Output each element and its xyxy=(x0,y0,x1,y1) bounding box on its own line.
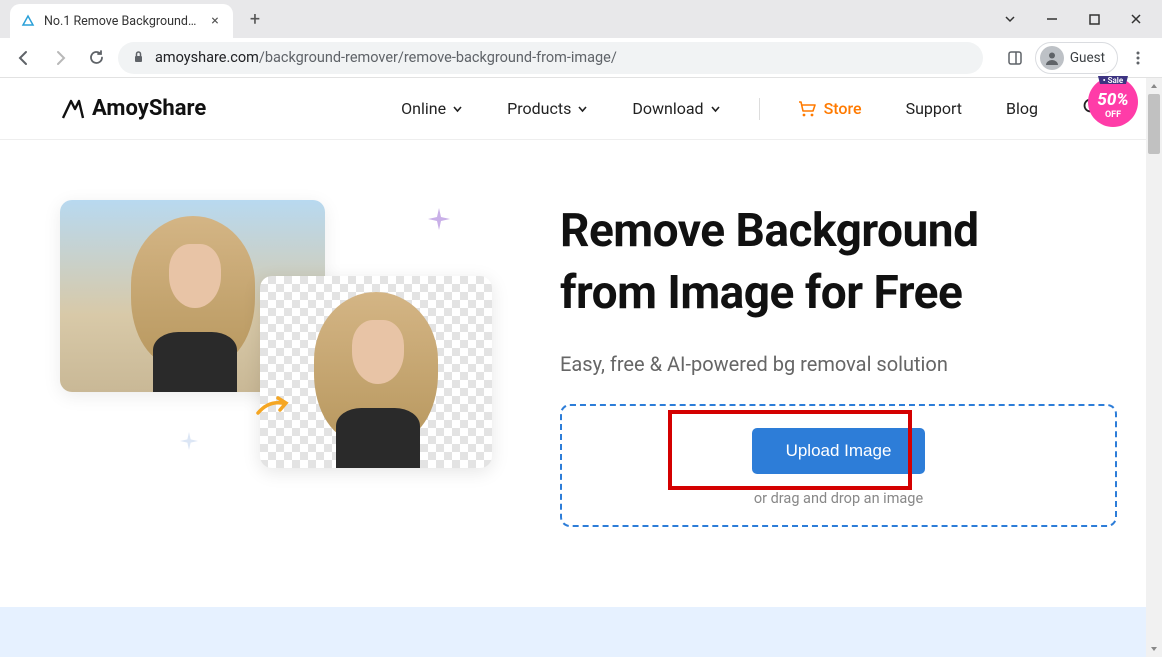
browser-toolbar: amoyshare.com/background-remover/remove-… xyxy=(0,38,1162,78)
browser-chrome: No.1 Remove Background from × + amoyshar… xyxy=(0,0,1162,78)
chevron-down-icon[interactable] xyxy=(998,7,1022,31)
logo[interactable]: AmoyShare xyxy=(60,96,206,121)
sale-percent: 50% xyxy=(1097,90,1128,110)
close-tab-icon[interactable]: × xyxy=(207,13,223,29)
hero-content: Remove Background from Image for Free Ea… xyxy=(560,200,1117,527)
sale-off: OFF xyxy=(1105,110,1121,120)
menu-icon[interactable] xyxy=(1124,44,1152,72)
footer-band xyxy=(0,607,1146,657)
avatar-icon xyxy=(1040,46,1064,70)
sparkle-icon xyxy=(180,432,198,450)
scrollbar-thumb[interactable] xyxy=(1148,94,1160,154)
scrollbar[interactable] xyxy=(1146,78,1162,657)
result-image xyxy=(260,276,492,468)
window-controls xyxy=(998,7,1162,31)
favicon-icon xyxy=(20,13,36,29)
arrow-icon xyxy=(254,395,294,419)
url-path: /background-remover/remove-background-fr… xyxy=(259,49,617,66)
browser-tab[interactable]: No.1 Remove Background from × xyxy=(10,4,233,38)
nav-products[interactable]: Products xyxy=(507,99,588,118)
logo-icon xyxy=(60,98,86,120)
close-window-icon[interactable] xyxy=(1124,7,1148,31)
lock-icon xyxy=(132,48,145,67)
chevron-down-icon xyxy=(710,103,721,114)
url-text: amoyshare.com/background-remover/remove-… xyxy=(155,49,617,66)
forward-button[interactable] xyxy=(46,44,74,72)
maximize-icon[interactable] xyxy=(1082,7,1106,31)
sale-label: • Sale xyxy=(1103,76,1124,85)
page-subtitle: Easy, free & AI-powered bg removal solut… xyxy=(560,352,1117,376)
scroll-up-icon[interactable] xyxy=(1146,78,1162,94)
logo-text: AmoyShare xyxy=(92,96,206,121)
upload-dropzone[interactable]: Upload Image or drag and drop an image xyxy=(560,404,1117,527)
page-content: AmoyShare Online Products Download Store… xyxy=(0,78,1162,657)
nav-online[interactable]: Online xyxy=(401,99,463,118)
chevron-down-icon xyxy=(577,103,588,114)
chevron-down-icon xyxy=(452,103,463,114)
nav-store[interactable]: Store xyxy=(798,99,862,118)
upload-hint: or drag and drop an image xyxy=(582,490,1095,507)
back-button[interactable] xyxy=(10,44,38,72)
reload-button[interactable] xyxy=(82,44,110,72)
nav-support[interactable]: Support xyxy=(906,99,962,118)
url-host: amoyshare.com xyxy=(155,49,259,66)
nav-download[interactable]: Download xyxy=(632,99,720,118)
hero-section: Remove Background from Image for Free Ea… xyxy=(0,140,1162,567)
nav-separator xyxy=(759,98,760,120)
address-bar[interactable]: amoyshare.com/background-remover/remove-… xyxy=(118,42,983,74)
cart-icon xyxy=(798,101,816,117)
site-header: AmoyShare Online Products Download Store… xyxy=(0,78,1162,140)
toolbar-right: Guest xyxy=(1001,42,1152,74)
sparkle-icon xyxy=(428,208,450,230)
profile-button[interactable]: Guest xyxy=(1035,42,1118,74)
page-title: Remove Background from Image for Free xyxy=(560,200,1117,324)
nav-blog[interactable]: Blog xyxy=(1006,99,1038,118)
panel-icon[interactable] xyxy=(1001,44,1029,72)
main-nav: Online Products Download Store Support B… xyxy=(401,97,1102,121)
tab-bar: No.1 Remove Background from × + xyxy=(0,0,1162,38)
sale-badge[interactable]: • Sale 50% OFF xyxy=(1084,70,1142,132)
minimize-icon[interactable] xyxy=(1040,7,1064,31)
new-tab-button[interactable]: + xyxy=(241,5,269,33)
upload-image-button[interactable]: Upload Image xyxy=(752,428,926,474)
tab-title: No.1 Remove Background from xyxy=(44,14,199,29)
profile-label: Guest xyxy=(1070,50,1105,66)
hero-illustration xyxy=(60,200,500,500)
scroll-down-icon[interactable] xyxy=(1146,641,1162,657)
